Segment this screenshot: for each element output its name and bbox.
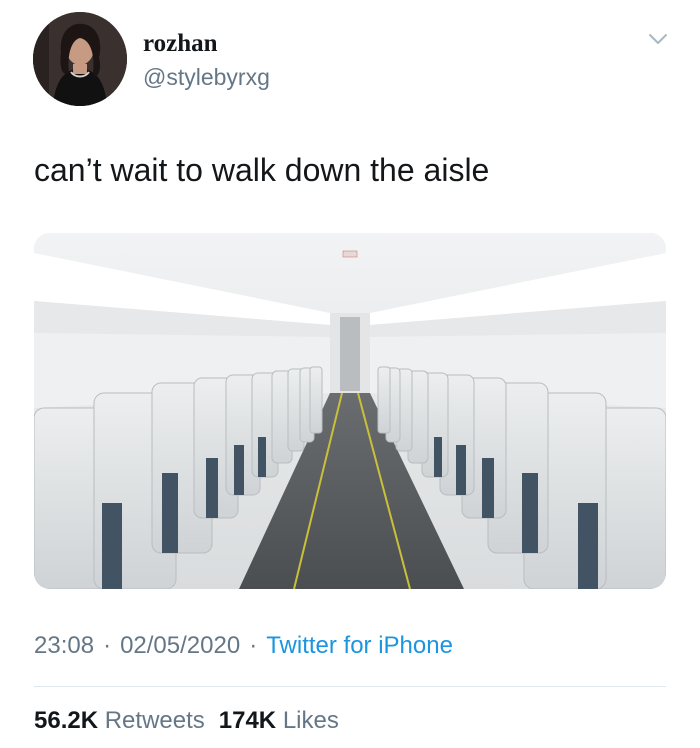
chevron-down-icon[interactable] — [647, 28, 669, 50]
likes-label: Likes — [282, 707, 339, 734]
tweet-meta: 23:08 · 02/05/2020 · Twitter for iPhone — [34, 632, 453, 660]
tweet-text: can’t wait to walk down the aisle — [34, 152, 490, 188]
retweets-count: 56.2K — [34, 707, 99, 734]
retweets-stat[interactable]: 56.2K Retweets — [34, 707, 205, 734]
retweets-label: Retweets — [104, 707, 205, 734]
tweet-source-link[interactable]: Twitter for iPhone — [266, 632, 453, 659]
author-display-name[interactable]: rozhan — [143, 30, 218, 58]
divider — [34, 686, 666, 687]
meta-separator: · — [103, 632, 112, 659]
tweet-photo[interactable] — [34, 233, 666, 589]
tweet-date[interactable]: 02/05/2020 — [120, 632, 240, 659]
likes-stat[interactable]: 174K Likes — [219, 707, 339, 734]
avatar[interactable] — [33, 12, 127, 106]
meta-separator: · — [249, 632, 258, 659]
likes-count: 174K — [218, 707, 277, 734]
author-handle[interactable]: @stylebyrxg — [143, 64, 270, 91]
tweet-stats: 56.2K Retweets 174K Likes — [34, 707, 339, 735]
tweet-time[interactable]: 23:08 — [34, 632, 94, 659]
tweet-card: rozhan @stylebyrxg can’t wait to walk do… — [0, 0, 700, 748]
